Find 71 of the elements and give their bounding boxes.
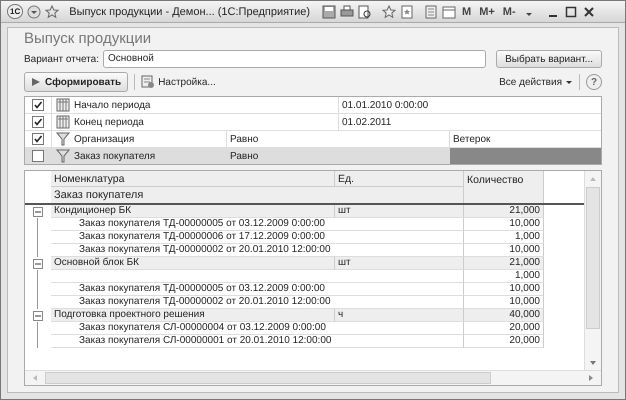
period-icon (56, 115, 70, 129)
star-icon[interactable] (382, 4, 396, 18)
collapse-toggle[interactable] (33, 310, 43, 320)
memory-button[interactable]: M+ (477, 6, 497, 18)
collapse-toggle[interactable] (33, 206, 43, 216)
preview-icon[interactable] (358, 4, 372, 18)
table-cell: 1,000 (464, 270, 544, 283)
table-cell: Заказ покупателя ТД-00000005 от 03.12.2009 0:00:00 (51, 218, 464, 231)
table-cell: 10,000 (464, 218, 544, 231)
table-cell: Основной блок БК (51, 257, 335, 270)
table-cell: шт (335, 257, 464, 270)
window-title: Выпуск продукции - Демон... (1С:Предприятие) (69, 6, 310, 18)
setting-value[interactable]: Ветерок (450, 131, 601, 147)
dropdown-icon[interactable] (27, 4, 42, 18)
app-logo: 1С (7, 4, 24, 19)
star-icon[interactable] (45, 4, 60, 18)
checkbox[interactable] (32, 133, 44, 145)
generate-button[interactable]: Сформировать (24, 72, 128, 92)
table-cell: 10,000 (464, 283, 544, 296)
table-cell: Кондиционер БК (51, 205, 335, 218)
memory-button[interactable]: M- (500, 6, 518, 18)
setting-name: Организация (74, 134, 134, 144)
calendar-icon[interactable] (442, 4, 456, 18)
variant-field[interactable]: Основной (103, 50, 486, 68)
table-cell: ч (335, 309, 464, 322)
bookmark-icon[interactable] (400, 4, 414, 18)
settings-button[interactable]: Настройка... (141, 75, 216, 89)
scroll-right-icon[interactable] (587, 373, 595, 383)
table-cell: Заказ покупателя СЛ-00000001 от 20.01.2010 12:00:00 (51, 335, 464, 348)
setting-value[interactable]: 01.02.2011 (339, 114, 601, 130)
column-header: Номенклатура (51, 171, 335, 187)
close-icon[interactable] (582, 4, 596, 18)
table-cell: Подготовка проектного решения (51, 309, 335, 322)
scroll-down-icon[interactable] (588, 359, 598, 367)
setting-name: Конец периода (74, 116, 144, 128)
memory-button[interactable]: M (460, 6, 474, 18)
print-icon[interactable] (340, 4, 354, 18)
setting-value[interactable]: 01.01.2010 0:00:00 (339, 97, 601, 113)
choose-variant-button[interactable]: Выбрать вариант... (496, 50, 602, 68)
caret-icon (565, 78, 573, 86)
table-cell: 20,000 (464, 335, 544, 348)
vertical-scrollbar[interactable] (584, 171, 601, 371)
table-cell: 21,000 (464, 205, 544, 218)
maximize-icon[interactable] (564, 4, 578, 18)
table-cell: 20,000 (464, 322, 544, 335)
calculator-icon[interactable] (424, 4, 438, 18)
table-cell: шт (335, 205, 464, 218)
variant-label: Вариант отчета: (24, 54, 99, 64)
form-title: Выпуск продукции (24, 30, 152, 49)
save-icon[interactable] (322, 4, 336, 18)
all-actions-menu[interactable]: Все действия (499, 76, 573, 88)
checkbox[interactable] (32, 150, 44, 162)
table-cell: Заказ покупателя ТД-00000006 от 17.12.2009 0:00:00 (51, 231, 464, 244)
table-cell: 40,000 (464, 309, 544, 322)
column-header: Количество (464, 171, 544, 203)
horizontal-scrollbar[interactable] (25, 370, 601, 385)
collapse-toggle[interactable] (33, 258, 43, 268)
play-icon (31, 77, 41, 87)
setting-name: Заказ покупателя (74, 150, 156, 162)
table-cell: Заказ покупателя СЛ-00000004 от 03.12.2009 0:00:00 (51, 322, 464, 335)
table-cell: Заказ покупателя ТД-00000005 от 03.12.2009 0:00:00 (51, 283, 464, 296)
settings-icon (141, 75, 156, 89)
checkbox[interactable] (32, 99, 44, 111)
setting-name: Начало периода (74, 100, 150, 110)
checkbox[interactable] (32, 116, 44, 128)
help-button[interactable]: ? (586, 74, 602, 90)
setting-condition: Равно (230, 134, 258, 144)
table-cell: 21,000 (464, 257, 544, 270)
period-icon (56, 98, 70, 112)
table-cell: 1,000 (464, 231, 544, 244)
setting-condition: Равно (230, 150, 258, 162)
